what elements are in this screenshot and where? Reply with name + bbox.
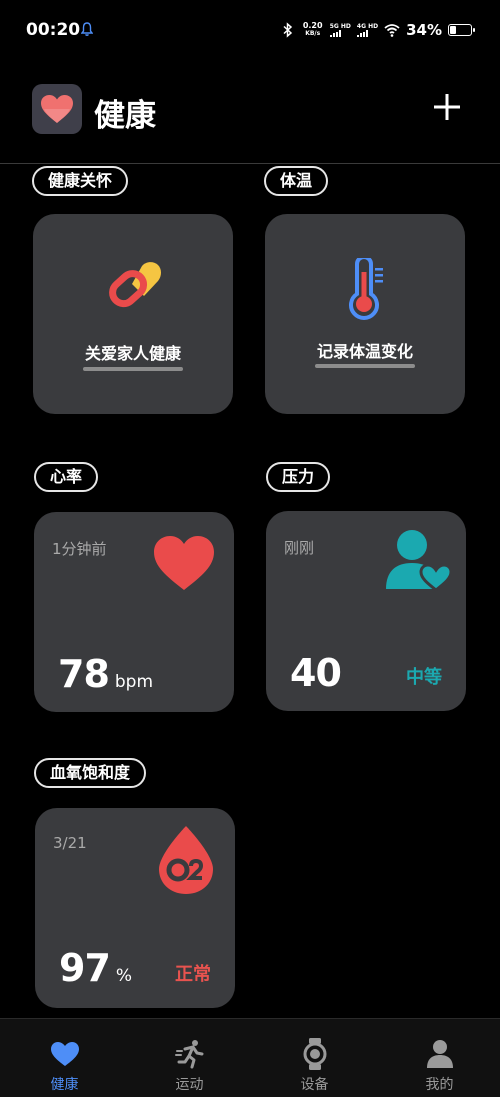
- heart-rate-unit: bpm: [114, 672, 154, 692]
- card-heart-rate[interactable]: 1分钟前 78 bpm: [34, 512, 234, 712]
- card-stress[interactable]: 刚刚 40 中等: [266, 511, 466, 711]
- status-bar: 00:20 0.20 KB/s 5G HD 4G HD 34%: [0, 0, 500, 62]
- measure-time: 1分钟前: [52, 540, 107, 558]
- oxygen-drop-icon: [159, 826, 213, 894]
- signal-bars-icon: [356, 30, 368, 37]
- nav-item-device[interactable]: 设备: [252, 1019, 377, 1097]
- app-header: 健康: [0, 62, 500, 164]
- status-icons: 0.20 KB/s 5G HD 4G HD 34%: [280, 19, 475, 41]
- heart-logo-icon: [41, 95, 73, 123]
- app-logo: [32, 84, 82, 134]
- signal-4g: 4G HD: [356, 23, 379, 37]
- signal-bars-icon: [329, 30, 341, 37]
- net2-label: 4G HD: [356, 23, 379, 30]
- nav-label: 我的: [425, 1077, 454, 1093]
- thermometer-icon: [349, 258, 383, 320]
- spo2-value: 97%: [59, 946, 132, 990]
- running-icon: [174, 1039, 205, 1069]
- signal-5g: 5G HD: [329, 23, 351, 37]
- nav-item-exercise[interactable]: 运动: [127, 1019, 252, 1097]
- card-family-care[interactable]: 关爱家人健康: [33, 214, 233, 414]
- nav-item-me[interactable]: 我的: [377, 1019, 500, 1097]
- heart-icon: [50, 1039, 80, 1069]
- heart-rate-value: 78 bpm: [58, 652, 153, 696]
- speed-unit: KB/s: [305, 30, 321, 37]
- nav-label: 设备: [300, 1077, 329, 1093]
- card-underline: [315, 364, 415, 368]
- card-spo2[interactable]: 3/21 97% 正常: [35, 808, 235, 1008]
- bluetooth-icon: [283, 22, 292, 38]
- wifi-icon: [384, 24, 400, 37]
- network-speed: 0.20 KB/s: [302, 22, 324, 38]
- section-label-spo2: 血氧饱和度: [34, 758, 147, 788]
- spo2-unit: %: [115, 966, 133, 986]
- battery-percent: 34%: [406, 21, 442, 39]
- nav-item-health[interactable]: 健康: [2, 1019, 127, 1097]
- nav-label: 健康: [50, 1077, 79, 1093]
- bottom-nav: 健康 运动 设备 我的: [0, 1018, 500, 1097]
- notification-bell-icon: [81, 22, 93, 36]
- card-underline: [83, 367, 183, 371]
- battery-icon: [448, 24, 475, 36]
- card-label: 关爱家人健康: [84, 344, 181, 363]
- person-heart-icon: [386, 530, 450, 592]
- linked-hearts-icon: [109, 262, 161, 308]
- person-icon: [425, 1039, 455, 1069]
- watch-icon: [300, 1038, 330, 1070]
- card-temperature[interactable]: 记录体温变化: [265, 214, 465, 414]
- heart-rate-number: 78: [58, 652, 110, 696]
- section-label-heart-rate: 心率: [34, 462, 99, 492]
- net1-label: 5G HD: [329, 23, 351, 30]
- add-button[interactable]: [430, 90, 464, 124]
- card-label: 记录体温变化: [316, 342, 413, 361]
- section-label-care: 健康关怀: [32, 166, 129, 196]
- speed-value: 0.20: [302, 21, 323, 30]
- status-time: 00:20: [26, 20, 81, 40]
- spo2-status: 正常: [175, 964, 211, 985]
- stress-value: 40: [290, 651, 342, 695]
- nav-label: 运动: [175, 1077, 204, 1093]
- battery-fill: [450, 26, 456, 34]
- page-title: 健康: [94, 98, 156, 134]
- measure-time: 刚刚: [284, 539, 315, 557]
- spo2-number: 97: [59, 946, 111, 990]
- stress-status: 中等: [406, 667, 442, 688]
- section-label-stress: 压力: [266, 462, 331, 492]
- heart-icon: [154, 536, 214, 590]
- measure-time: 3/21: [53, 834, 87, 852]
- section-label-temperature: 体温: [264, 166, 329, 196]
